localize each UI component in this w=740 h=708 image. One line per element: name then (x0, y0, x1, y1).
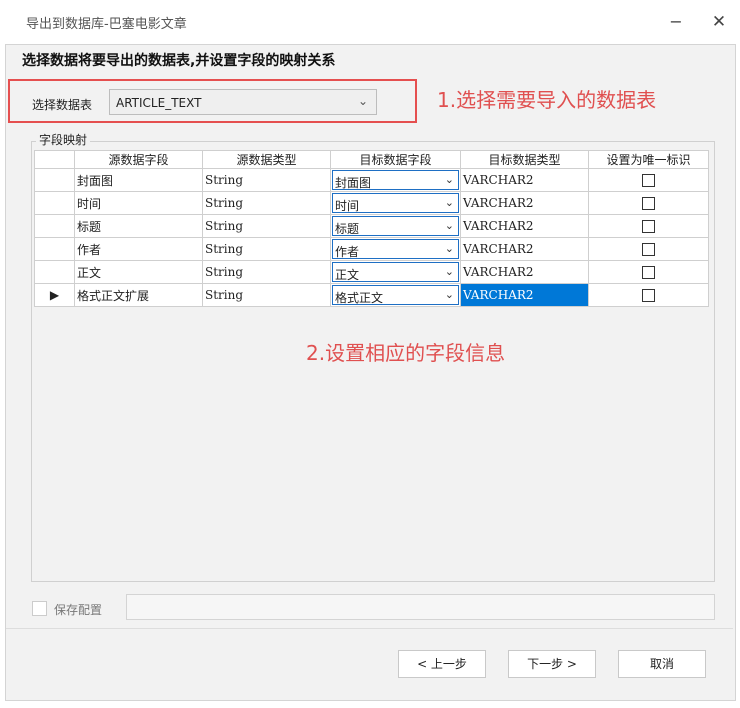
save-config-input[interactable] (126, 594, 715, 620)
grid-header-row: 源数据字段 源数据类型 目标数据字段 目标数据类型 设置为唯一标识 (34, 150, 709, 169)
grid-header-target-type[interactable]: 目标数据类型 (460, 150, 589, 169)
table-row[interactable]: 时间 String 时间 ⌄ VARCHAR2 (34, 191, 709, 215)
field-mapping-grid: 源数据字段 源数据类型 目标数据字段 目标数据类型 设置为唯一标识 封面图 St… (34, 150, 709, 307)
target-field-dropdown[interactable]: 时间 ⌄ (332, 193, 459, 213)
table-row[interactable]: 作者 String 作者 ⌄ VARCHAR2 (34, 237, 709, 261)
source-field-cell[interactable]: 封面图 (74, 168, 203, 192)
chevron-down-icon[interactable]: ⌄ (445, 288, 454, 301)
unique-checkbox[interactable] (642, 266, 655, 279)
table-row[interactable]: 正文 String 正文 ⌄ VARCHAR2 (34, 260, 709, 284)
unique-checkbox[interactable] (642, 174, 655, 187)
table-row[interactable]: 标题 String 标题 ⌄ VARCHAR2 (34, 214, 709, 238)
close-icon[interactable]: ✕ (707, 10, 731, 34)
cancel-button[interactable]: 取消 (618, 650, 706, 678)
prev-step-button[interactable]: < 上一步 (398, 650, 486, 678)
target-field-cell[interactable]: 正文 ⌄ (330, 260, 461, 284)
row-selector[interactable] (34, 191, 75, 215)
target-field-value: 正文 (335, 268, 360, 282)
source-type-cell[interactable]: String (202, 237, 331, 261)
source-field-cell[interactable]: 标题 (74, 214, 203, 238)
table-select[interactable]: ARTICLE_TEXT ⌄ (109, 89, 377, 115)
target-field-cell[interactable]: 时间 ⌄ (330, 191, 461, 215)
table-row-current[interactable]: ▶ 格式正文扩展 String 格式正文 ⌄ VARCHAR2 (34, 283, 709, 307)
source-type-cell[interactable]: String (202, 168, 331, 192)
source-type-cell[interactable]: String (202, 191, 331, 215)
table-row[interactable]: 封面图 String 封面图 ⌄ VARCHAR2 (34, 168, 709, 192)
grid-header-rowselector (34, 150, 75, 169)
unique-cell[interactable] (588, 214, 709, 238)
target-field-value: 时间 (335, 199, 360, 213)
chevron-down-icon[interactable]: ⌄ (445, 242, 454, 255)
source-field-cell[interactable]: 作者 (74, 237, 203, 261)
chevron-down-icon[interactable]: ⌄ (445, 219, 454, 232)
unique-cell[interactable] (588, 237, 709, 261)
source-type-cell[interactable]: String (202, 260, 331, 284)
source-field-cell[interactable]: 时间 (74, 191, 203, 215)
target-type-cell[interactable]: VARCHAR2 (460, 260, 589, 284)
field-mapping-legend: 字段映射 (36, 131, 91, 148)
target-field-value: 封面图 (335, 176, 372, 190)
save-config-label[interactable]: 保存配置 (54, 601, 102, 618)
target-type-cell-selected[interactable]: VARCHAR2 (460, 283, 589, 307)
minimize-icon[interactable]: − (664, 10, 688, 34)
unique-checkbox[interactable] (642, 289, 655, 302)
target-field-value: 标题 (335, 222, 360, 236)
save-config-checkbox[interactable] (32, 601, 47, 616)
source-type-cell[interactable]: String (202, 283, 331, 307)
grid-header-source-type[interactable]: 源数据类型 (202, 150, 331, 169)
annotation-step2: 2.设置相应的字段信息 (306, 341, 506, 365)
chevron-down-icon[interactable]: ⌄ (445, 173, 454, 186)
chevron-down-icon: ⌄ (357, 94, 368, 108)
target-field-cell[interactable]: 格式正文 ⌄ (330, 283, 461, 307)
target-field-dropdown[interactable]: 作者 ⌄ (332, 239, 459, 259)
grid-header-target[interactable]: 目标数据字段 (330, 150, 461, 169)
target-type-cell[interactable]: VARCHAR2 (460, 191, 589, 215)
source-field-cell[interactable]: 格式正文扩展 (74, 283, 203, 307)
target-field-cell[interactable]: 封面图 ⌄ (330, 168, 461, 192)
table-picker-label: 选择数据表 (32, 98, 93, 112)
row-selector[interactable] (34, 214, 75, 238)
annotation-step1: 1.选择需要导入的数据表 (437, 88, 657, 112)
target-field-dropdown[interactable]: 标题 ⌄ (332, 216, 459, 236)
target-type-cell[interactable]: VARCHAR2 (460, 168, 589, 192)
row-selector[interactable] (34, 237, 75, 261)
grid-header-unique[interactable]: 设置为唯一标识 (588, 150, 709, 169)
row-selector[interactable] (34, 260, 75, 284)
title-bar: 导出到数据库-巴塞电影文章 − ✕ (0, 0, 740, 44)
target-field-dropdown[interactable]: 格式正文 ⌄ (332, 285, 459, 305)
unique-checkbox[interactable] (642, 243, 655, 256)
unique-cell[interactable] (588, 283, 709, 307)
chevron-down-icon[interactable]: ⌄ (445, 265, 454, 278)
target-field-dropdown[interactable]: 封面图 ⌄ (332, 170, 459, 190)
footer-divider (6, 628, 733, 629)
grid-header-source[interactable]: 源数据字段 (74, 150, 203, 169)
next-step-button[interactable]: 下一步 > (508, 650, 596, 678)
section-title: 选择数据将要导出的数据表,并设置字段的映射关系 (22, 53, 336, 69)
target-field-cell[interactable]: 作者 ⌄ (330, 237, 461, 261)
table-select-value: ARTICLE_TEXT (116, 96, 202, 110)
window-title: 导出到数据库-巴塞电影文章 (26, 17, 187, 32)
chevron-down-icon[interactable]: ⌄ (445, 196, 454, 209)
unique-cell[interactable] (588, 191, 709, 215)
target-field-dropdown[interactable]: 正文 ⌄ (332, 262, 459, 282)
source-field-cell[interactable]: 正文 (74, 260, 203, 284)
unique-cell[interactable] (588, 260, 709, 284)
target-field-value: 作者 (335, 245, 360, 259)
target-type-cell[interactable]: VARCHAR2 (460, 237, 589, 261)
unique-cell[interactable] (588, 168, 709, 192)
current-row-arrow-icon[interactable]: ▶ (34, 283, 75, 307)
source-type-cell[interactable]: String (202, 214, 331, 238)
target-type-cell[interactable]: VARCHAR2 (460, 214, 589, 238)
row-selector[interactable] (34, 168, 75, 192)
target-field-value: 格式正文 (335, 291, 384, 305)
target-field-cell[interactable]: 标题 ⌄ (330, 214, 461, 238)
unique-checkbox[interactable] (642, 197, 655, 210)
unique-checkbox[interactable] (642, 220, 655, 233)
